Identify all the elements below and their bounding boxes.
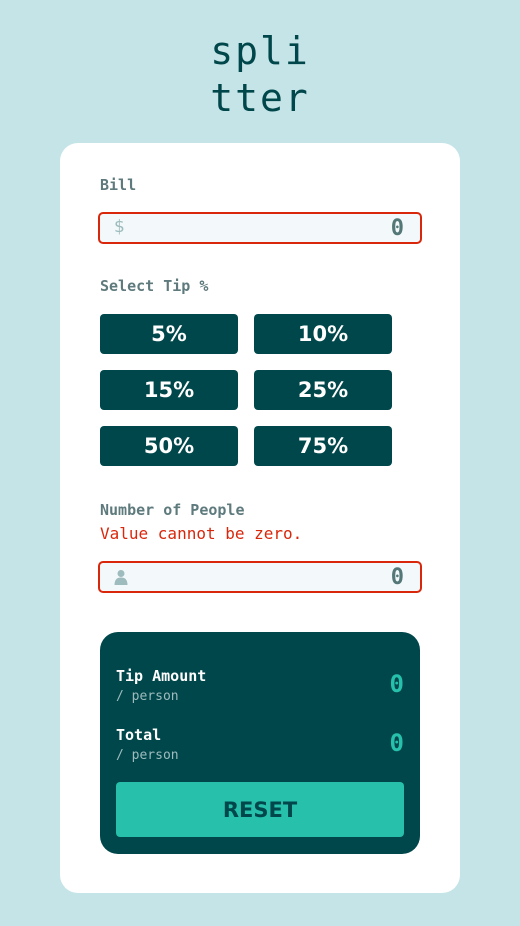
total-value: 0 — [389, 729, 404, 757]
tip-button-10[interactable]: 10% — [254, 314, 392, 354]
tip-button-25[interactable]: 25% — [254, 370, 392, 410]
person-icon — [114, 569, 128, 590]
tip-button-15[interactable]: 15% — [100, 370, 238, 410]
tip-amount-value: 0 — [389, 670, 404, 698]
people-field[interactable] — [98, 561, 422, 593]
people-error-message: Value cannot be zero. — [100, 524, 303, 543]
tip-button-75[interactable]: 75% — [254, 426, 392, 466]
app-logo: spli tter — [0, 28, 520, 122]
tip-amount-per-person: / person — [116, 689, 179, 704]
people-label: Number of People — [100, 501, 245, 519]
bill-field[interactable]: $ — [98, 212, 422, 244]
calculator-card: Bill $ Select Tip % 5% 10% 15% 25% 50% 7… — [60, 143, 460, 893]
dollar-icon: $ — [114, 217, 125, 237]
results-panel: Tip Amount / person 0 Total / person 0 R… — [100, 632, 420, 854]
total-per-person: / person — [116, 748, 179, 763]
tip-button-5[interactable]: 5% — [100, 314, 238, 354]
logo-line-1: spli — [210, 29, 310, 73]
logo-line-2: tter — [210, 76, 310, 120]
select-tip-label: Select Tip % — [100, 277, 209, 295]
reset-button[interactable]: RESET — [116, 782, 404, 837]
people-input[interactable] — [140, 563, 404, 591]
tip-button-50[interactable]: 50% — [100, 426, 238, 466]
tip-amount-label: Tip Amount — [116, 667, 207, 685]
bill-input[interactable] — [140, 214, 404, 242]
bill-label: Bill — [100, 176, 137, 194]
total-label: Total — [116, 726, 162, 744]
